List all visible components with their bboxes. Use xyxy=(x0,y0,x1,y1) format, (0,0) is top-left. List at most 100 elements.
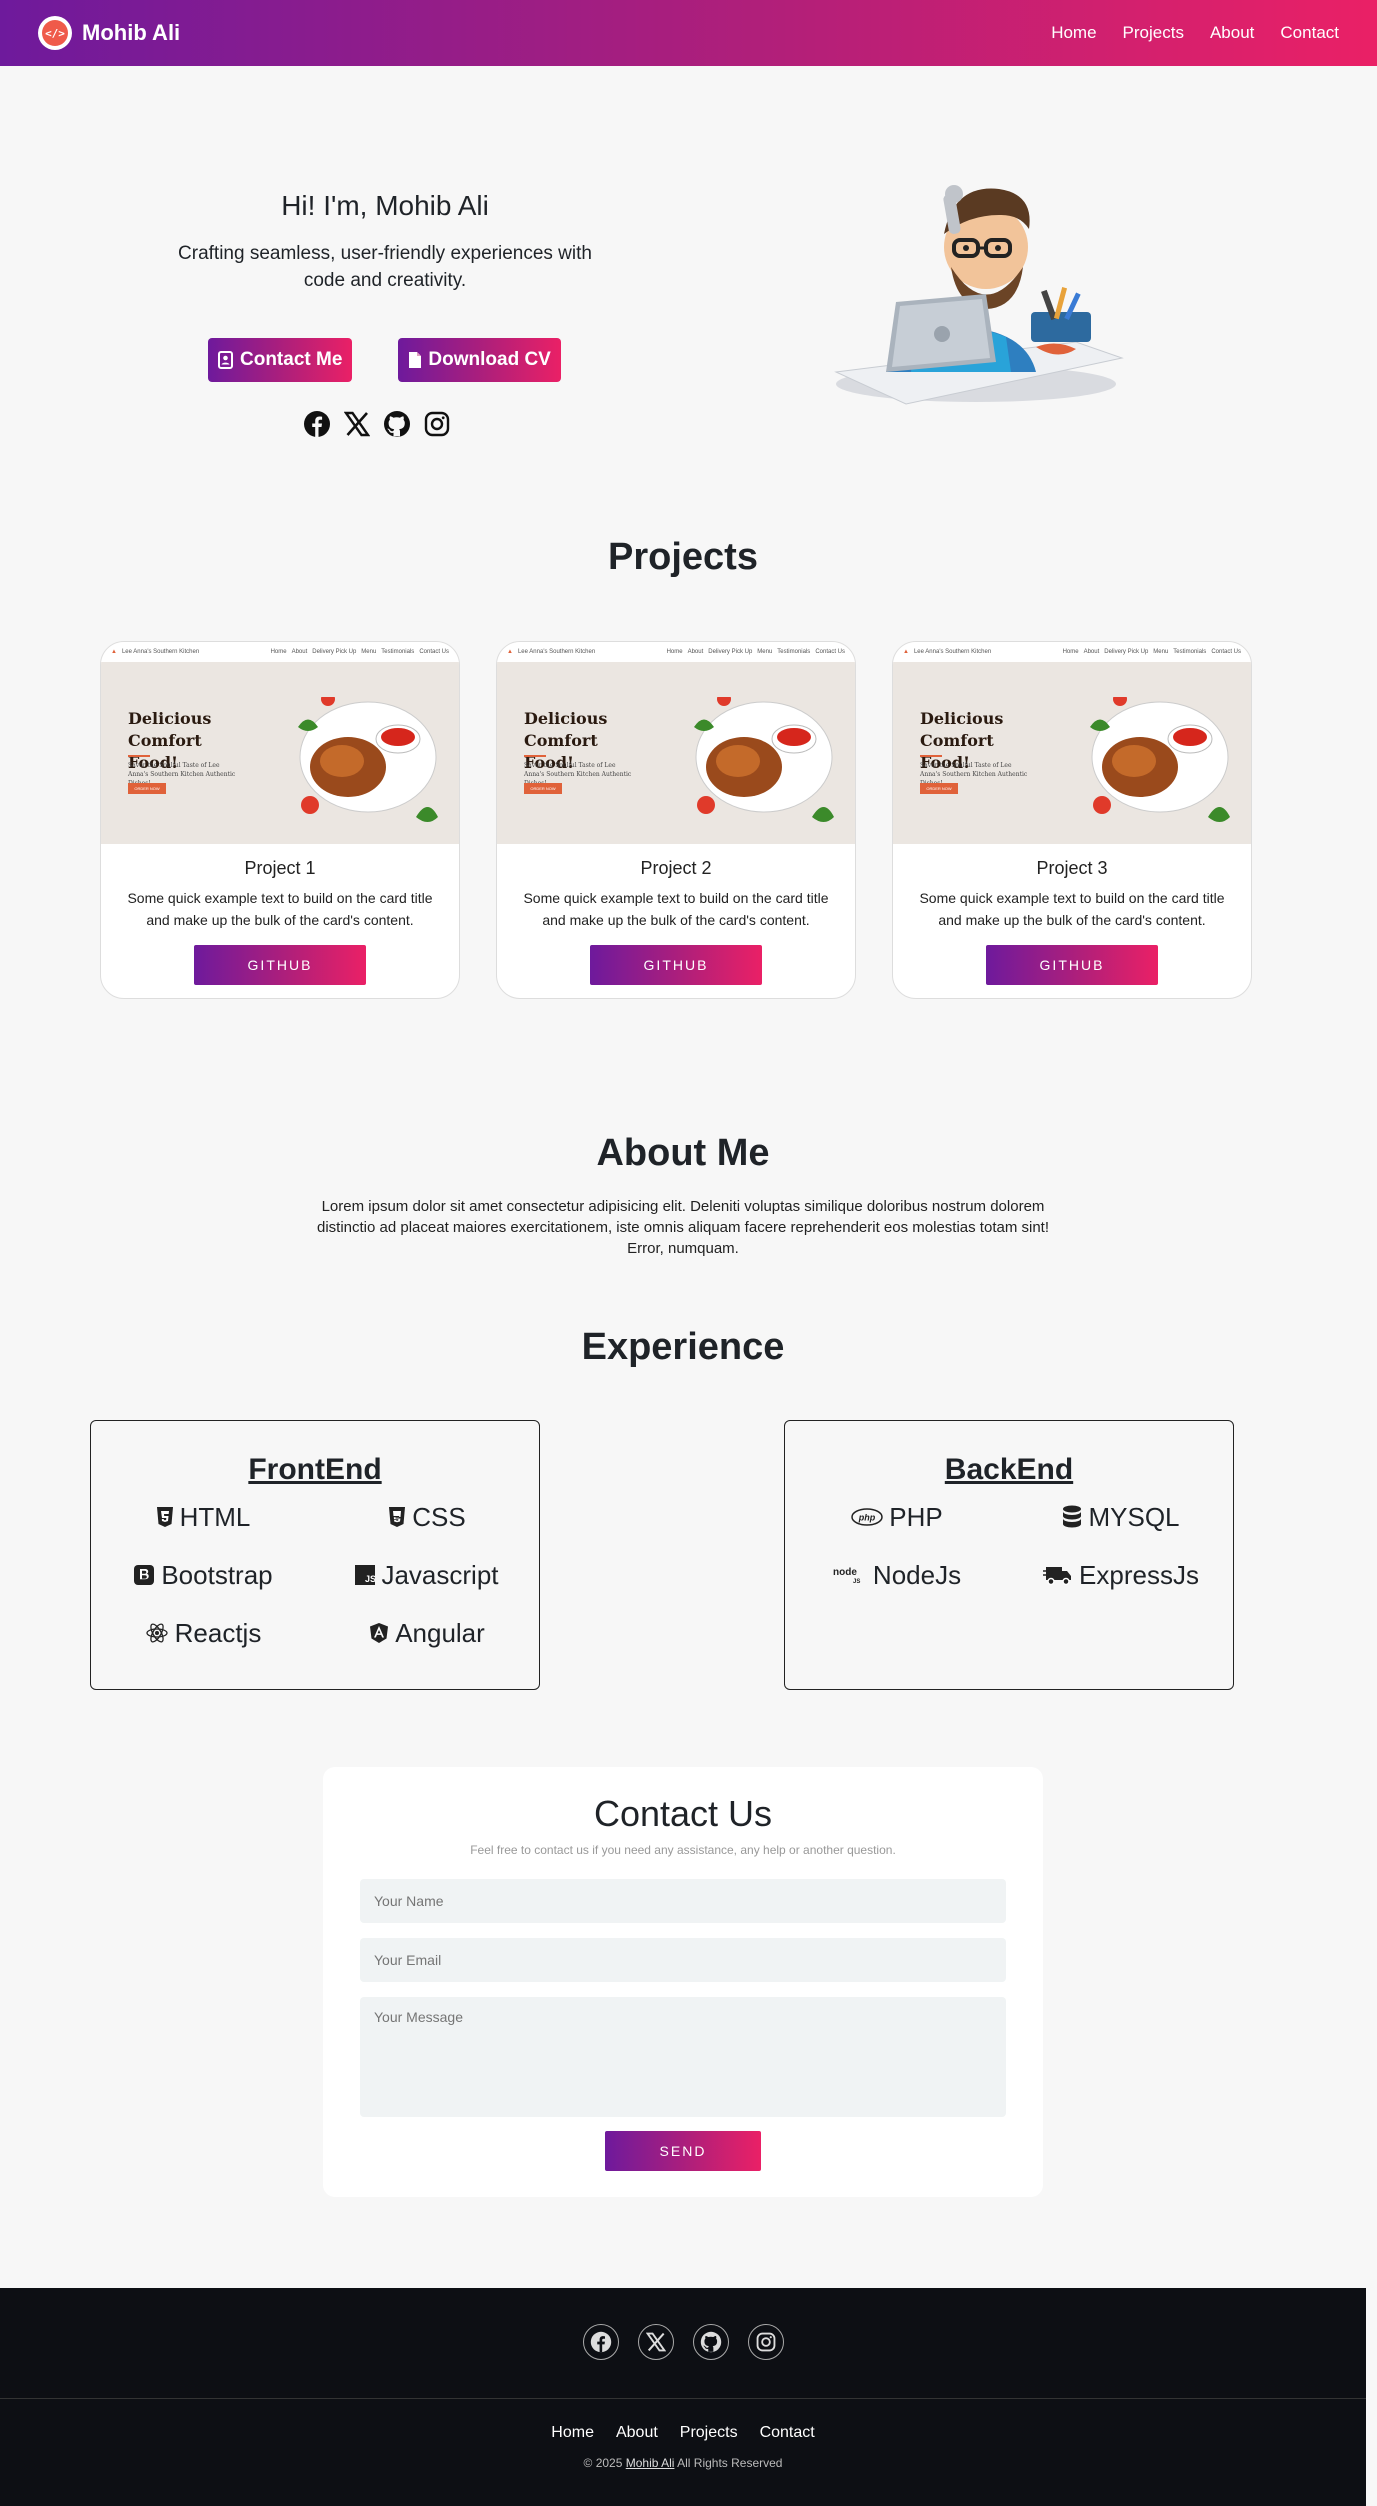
skill-label: Reactjs xyxy=(174,1617,262,1648)
about-heading: About Me xyxy=(596,1132,770,1174)
food-plate-image xyxy=(694,697,834,822)
hero-buttons: Contact Me Download CV xyxy=(208,338,561,382)
copyright-prefix: © 2025 xyxy=(583,2456,623,2470)
nav-link-home[interactable]: Home xyxy=(1051,23,1096,43)
svg-text:JS: JS xyxy=(365,1574,375,1584)
copyright: © 2025 Mohib Ali All Rights Reserved xyxy=(0,2456,1366,2470)
hero-subtitle: Crafting seamless, user-friendly experie… xyxy=(178,243,592,291)
skill-php: php PHP xyxy=(785,1495,1009,1539)
skill-expressjs: ExpressJs xyxy=(1009,1553,1233,1597)
contact-me-button[interactable]: Contact Me xyxy=(208,338,353,382)
preview-nav-menu: Menu xyxy=(361,649,377,655)
skill-label: MYSQL xyxy=(1088,1501,1180,1532)
project-description: Some quick example text to build on the … xyxy=(919,890,1225,928)
skill-bootstrap: Bootstrap xyxy=(91,1553,315,1597)
contact-subtitle: Feel free to contact us if you need any … xyxy=(470,1843,896,1857)
contact-book-icon xyxy=(218,351,233,369)
php-icon: php xyxy=(851,1508,884,1526)
nav-link-projects[interactable]: Projects xyxy=(1123,23,1184,43)
hero-text: Hi! I'm, Mohib Ali Crafting seamless, us… xyxy=(160,190,610,294)
email-field[interactable] xyxy=(360,1938,1006,1982)
footer-x-icon[interactable] xyxy=(637,2324,674,2360)
project-card: ▲ Lee Anna's Southern Kitchen Home About… xyxy=(892,641,1252,999)
nav-link-about[interactable]: About xyxy=(1210,23,1254,43)
preview-site-name: Lee Anna's Southern Kitchen xyxy=(913,649,992,655)
svg-text:php: php xyxy=(858,1513,876,1523)
github-button[interactable]: GITHUB xyxy=(590,945,762,985)
project-preview-image[interactable]: ▲ Lee Anna's Southern Kitchen Home About… xyxy=(497,642,855,844)
projects-heading: Projects xyxy=(608,536,758,578)
preview-site-name: Lee Anna's Southern Kitchen xyxy=(121,649,200,655)
skill-label: NodeJs xyxy=(872,1559,962,1590)
preview-nav-testimonials: Testimonials xyxy=(381,649,415,655)
preview-logo-icon: ▲ xyxy=(111,649,117,655)
footer-divider xyxy=(0,2398,1366,2399)
message-field[interactable] xyxy=(360,1997,1006,2117)
footer: Home About Projects Contact xyxy=(0,2288,1366,2506)
footer-link-projects[interactable]: Projects xyxy=(680,2424,738,2442)
nodejs-icon: node JS xyxy=(833,1565,867,1585)
hero-social-links xyxy=(302,409,452,439)
developer-avatar-illustration xyxy=(834,185,1124,405)
github-button[interactable]: GITHUB xyxy=(986,945,1158,985)
project-preview-image[interactable]: ▲ Lee Anna's Southern Kitchen Home About… xyxy=(101,642,459,844)
project-card: ▲ Lee Anna's Southern Kitchen Home About… xyxy=(496,641,856,999)
footer-link-about[interactable]: About xyxy=(616,2424,658,2442)
skill-css: CSS xyxy=(315,1495,539,1539)
instagram-icon[interactable] xyxy=(422,409,452,439)
download-cv-label: Download CV xyxy=(428,349,551,370)
preview-nav-about: About xyxy=(291,649,308,655)
hero-title: Hi! I'm, Mohib Ali xyxy=(281,190,489,221)
nav-link-contact[interactable]: Contact xyxy=(1280,23,1339,43)
copyright-name-link[interactable]: Mohib Ali xyxy=(626,2456,675,2470)
skill-label: CSS xyxy=(412,1501,466,1532)
name-field[interactable] xyxy=(360,1879,1006,1923)
logo-icon: </> xyxy=(38,16,72,50)
skill-label: Javascript xyxy=(381,1559,499,1590)
food-plate-image xyxy=(298,697,438,822)
bootstrap-icon xyxy=(133,1564,155,1586)
project-preview-image[interactable]: ▲ Lee Anna's Southern Kitchen Home About… xyxy=(893,642,1251,844)
footer-instagram-icon[interactable] xyxy=(747,2324,784,2360)
skill-label: PHP xyxy=(889,1501,943,1532)
angular-icon xyxy=(369,1622,389,1644)
preview-navbar: ▲ Lee Anna's Southern Kitchen Home About… xyxy=(893,642,1251,662)
svg-text:JS: JS xyxy=(853,1579,860,1585)
contact-title: Contact Us xyxy=(593,1793,773,1834)
file-icon xyxy=(409,352,422,368)
github-button[interactable]: GITHUB xyxy=(194,945,366,985)
preview-navbar: ▲ Lee Anna's Southern Kitchen Home About… xyxy=(497,642,855,662)
preview-logo-icon: ▲ xyxy=(903,649,909,655)
send-button[interactable]: SEND xyxy=(605,2131,761,2171)
skill-javascript: JS Javascript xyxy=(315,1553,539,1597)
footer-facebook-icon[interactable] xyxy=(582,2324,619,2360)
skill-react: Reactjs xyxy=(91,1611,315,1655)
preview-nav-testimonials: Testimonials xyxy=(777,649,811,655)
skill-label: ExpressJs xyxy=(1079,1559,1199,1590)
preview-site-name: Lee Anna's Southern Kitchen xyxy=(517,649,596,655)
footer-links: Home About Projects Contact xyxy=(0,2424,1366,2442)
preview-divider xyxy=(128,755,150,757)
footer-github-icon[interactable] xyxy=(692,2324,729,2360)
github-icon[interactable] xyxy=(382,409,412,439)
preview-nav-about: About xyxy=(1083,649,1100,655)
preview-divider xyxy=(920,755,942,757)
x-icon[interactable] xyxy=(342,409,372,439)
footer-link-home[interactable]: Home xyxy=(551,2424,594,2442)
brand[interactable]: </> Mohib Ali xyxy=(38,16,180,50)
facebook-icon[interactable] xyxy=(302,409,332,439)
preview-nav-contact: Contact Us xyxy=(815,649,845,655)
preview-nav-home: Home xyxy=(1062,649,1079,655)
nav-links: Home Projects About Contact xyxy=(1051,23,1339,43)
preview-nav-delivery: Delivery Pick Up xyxy=(1104,649,1149,655)
skill-label: HTML xyxy=(179,1501,251,1532)
preview-nav-contact: Contact Us xyxy=(419,649,449,655)
skill-html: HTML xyxy=(91,1495,315,1539)
navbar: </> Mohib Ali Home Projects About Contac… xyxy=(0,0,1377,66)
preview-order-button: ORDER NOW xyxy=(128,783,166,794)
download-cv-button[interactable]: Download CV xyxy=(398,338,561,382)
preview-order-button: ORDER NOW xyxy=(920,783,958,794)
backend-title: BackEnd xyxy=(944,1453,1074,1486)
footer-link-contact[interactable]: Contact xyxy=(760,2424,815,2442)
frontend-title: FrontEnd xyxy=(248,1453,382,1486)
